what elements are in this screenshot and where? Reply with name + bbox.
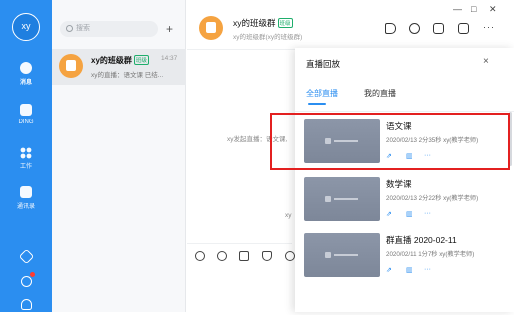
thumbnail-logo-icon <box>325 252 359 258</box>
cube-icon <box>18 248 34 265</box>
system-message-2: xy <box>285 212 292 219</box>
conversation-title: xy的班级群 <box>91 56 132 65</box>
add-button[interactable]: + <box>166 22 173 36</box>
megaphone-icon[interactable] <box>385 23 396 34</box>
search-input[interactable]: 搜索 <box>60 21 158 37</box>
tab-my-lives[interactable]: 我的直播 <box>364 88 396 99</box>
chat-header: xy的班级群 班级 xy的班级群(xy的班级群) — □ ✕ ··· <box>187 0 514 50</box>
class-badge: 班级 <box>277 18 293 28</box>
cloud-button[interactable] <box>0 297 52 315</box>
search-placeholder: 搜索 <box>76 25 90 32</box>
user-avatar[interactable]: xy <box>12 13 40 41</box>
more-icon[interactable]: ··· <box>424 266 431 273</box>
conversation-time: 14:37 <box>161 55 178 62</box>
close-window-button[interactable]: ✕ <box>489 4 497 15</box>
cloud-icon <box>20 299 32 310</box>
conversation-item[interactable]: xy的班级群 班级 14:37 xy的直播：语文课 已结... <box>52 49 186 85</box>
chat-title[interactable]: xy的班级群 班级 <box>233 17 293 29</box>
emoji-icon[interactable] <box>217 251 227 261</box>
tab-all-lives[interactable]: 全部直播 <box>306 88 338 99</box>
panel-close-button[interactable]: × <box>483 56 489 67</box>
video-thumbnail[interactable] <box>304 233 380 277</box>
workspace-grid-icon <box>20 146 32 159</box>
live-replay-panel: 直播回放 × 全部直播 我的直播 语文课 2020/02/13 2分35秒 xy… <box>295 48 514 312</box>
more-icon[interactable]: ··· <box>424 210 431 217</box>
gif-icon[interactable] <box>195 251 205 261</box>
phone-icon <box>20 276 32 287</box>
thumbnail-logo-icon <box>325 196 359 202</box>
contacts-icon <box>20 186 32 198</box>
video-thumbnail[interactable] <box>304 177 380 221</box>
minimize-button[interactable]: — <box>453 4 462 14</box>
tab-divider <box>295 111 514 112</box>
ding-icon <box>20 104 32 116</box>
record-title: 群直播 2020-02-11 <box>386 235 457 245</box>
rail-item-messages[interactable]: 消息 <box>0 62 52 86</box>
maximize-button[interactable]: □ <box>471 4 476 14</box>
conversation-preview: xy的直播：语文课 已结... <box>91 72 164 79</box>
history-icon[interactable] <box>409 23 420 34</box>
phone-button[interactable] <box>0 272 52 292</box>
red-highlight-box <box>270 113 510 170</box>
thumbs-up-icon[interactable] <box>239 251 249 261</box>
rail-item-label: 工作 <box>19 164 32 170</box>
live-icon[interactable] <box>458 23 469 34</box>
group-avatar <box>59 54 83 78</box>
more-icon[interactable]: ··· <box>483 22 495 32</box>
rail-item-contacts[interactable]: 通讯录 <box>0 186 52 210</box>
cube-button[interactable] <box>0 248 52 267</box>
input-toolbar <box>187 243 295 265</box>
share-icon[interactable]: ⇗ <box>386 210 392 218</box>
at-icon[interactable] <box>285 251 295 261</box>
rail-item-label: DING <box>18 119 34 125</box>
stats-icon[interactable]: ▥ <box>406 210 413 218</box>
rail-item-label: 通讯录 <box>16 204 35 210</box>
group-avatar <box>199 16 223 40</box>
conversation-name: xy的班级群 班级 <box>91 55 149 66</box>
chat-bubble-icon <box>20 62 32 74</box>
scissors-icon[interactable] <box>262 251 272 261</box>
folder-icon[interactable] <box>433 23 444 34</box>
rail-item-work[interactable]: 工作 <box>0 146 52 170</box>
chat-subtitle: xy的班级群(xy的班级群) <box>233 34 303 41</box>
record-meta: 2020/02/13 2分22秒 xy(教学老师) <box>386 195 479 202</box>
panel-title: 直播回放 <box>306 59 341 69</box>
rail-item-label: 消息 <box>19 80 32 86</box>
record-title: 数学课 <box>386 179 412 189</box>
notification-dot <box>30 272 35 277</box>
rail-item-ding[interactable]: DING <box>0 104 52 125</box>
conversation-list: 搜索 + xy的班级群 班级 14:37 xy的直播：语文课 已结... <box>52 0 186 312</box>
live-record[interactable]: 群直播 2020-02-11 2020/02/11 1分7秒 xy(教学老师) … <box>295 228 514 286</box>
chat-title-text: xy的班级群 <box>233 18 276 28</box>
class-badge: 班级 <box>133 55 149 65</box>
dingtalk-window: xy 消息 DING 工作 通讯录 搜索 + xy的班级群 班级 14:37 x… <box>0 0 514 312</box>
active-tab-indicator <box>308 103 326 105</box>
record-meta: 2020/02/11 1分7秒 xy(教学老师) <box>386 251 475 258</box>
left-rail: xy 消息 DING 工作 通讯录 <box>0 0 52 312</box>
live-record[interactable]: 数学课 2020/02/13 2分22秒 xy(教学老师) ⇗ ▥ ··· <box>295 172 514 230</box>
stats-icon[interactable]: ▥ <box>406 266 413 274</box>
search-icon <box>66 25 73 32</box>
share-icon[interactable]: ⇗ <box>386 266 392 274</box>
